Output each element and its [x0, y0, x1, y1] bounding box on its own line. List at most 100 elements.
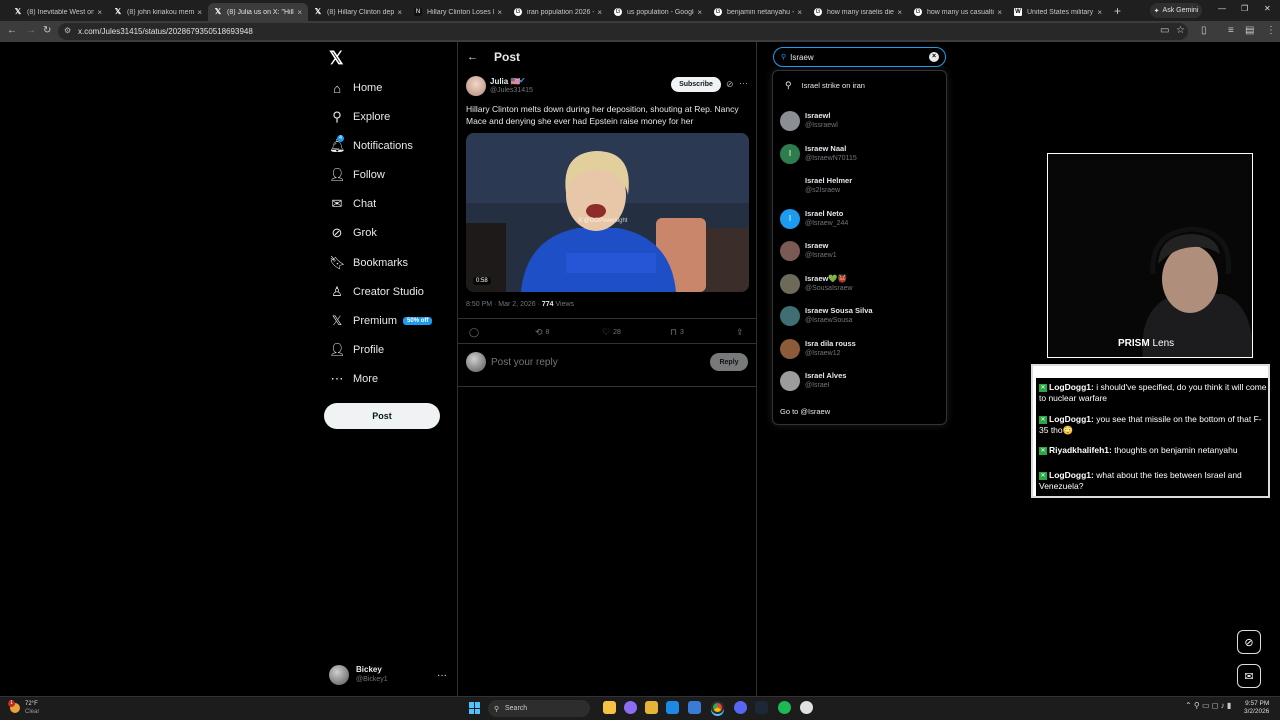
clear-search-icon[interactable]: ×	[929, 52, 939, 62]
browser-tab[interactable]: Gus population - Google ×	[608, 3, 708, 21]
ask-gemini-button[interactable]: ✦ Ask Gemini	[1150, 3, 1202, 18]
browser-tab[interactable]: Ghow many us casualties ×	[908, 3, 1008, 21]
browser-tab[interactable]: W United States military c ×	[1008, 3, 1108, 21]
search-input[interactable]: ⚲ Israew	[773, 47, 946, 67]
reply-input[interactable]: Post your reply	[491, 357, 558, 368]
browser-tab[interactable]: 𝕏 (8) john kiriakou meme ×	[108, 3, 208, 21]
sidebar-item-grok[interactable]: ⊘ Grok	[329, 223, 377, 243]
taskbar-search[interactable]: ⚲ Search	[488, 700, 590, 717]
browser-tab[interactable]: 𝕏 (8) Inevitable West on X:×	[8, 3, 108, 21]
close-tab-icon[interactable]: ×	[797, 8, 802, 17]
close-tab-icon[interactable]: ×	[397, 8, 402, 17]
browser-tab[interactable]: N Hillary Clinton Loses It D×	[408, 3, 508, 21]
store-icon[interactable]	[666, 701, 679, 714]
menu-icon[interactable]: ⋮	[1266, 25, 1276, 36]
obs-icon[interactable]	[800, 701, 813, 714]
browser-tab[interactable]: Ghow many israelis died ×	[808, 3, 908, 21]
url-bar[interactable]: ⚙ x.com/Jules31415/status/20286793505186…	[58, 23, 1188, 40]
user-suggestion[interactable]: Israew Sousa Silva @IsraewSousa	[780, 304, 940, 328]
close-tab-icon[interactable]: ×	[897, 8, 902, 17]
steam-icon[interactable]	[755, 701, 768, 714]
subscribe-button[interactable]: Subscribe	[671, 77, 721, 92]
close-window-icon[interactable]: ✕	[1264, 4, 1271, 13]
site-info-icon[interactable]: ⚙	[64, 26, 71, 35]
reply-button[interactable]: Reply	[710, 353, 748, 371]
close-tab-icon[interactable]: ×	[597, 8, 602, 17]
author-handle[interactable]: @Jules31415	[490, 87, 533, 94]
system-tray[interactable]: ⌃ ⚲ ▭ ◻ ♪ ▮	[1185, 701, 1231, 710]
post-button[interactable]: Post	[324, 403, 440, 429]
user-suggestion[interactable]: I Israel Neto @Israew_244	[780, 207, 940, 231]
user-suggestion[interactable]: Israel Alves @IsraeI	[780, 369, 940, 393]
file-explorer-icon[interactable]	[603, 701, 616, 714]
share-action[interactable]: ⇪	[736, 327, 744, 338]
close-tab-icon[interactable]: ×	[1097, 8, 1102, 17]
sidebar-item-bookmarks[interactable]: 🔖︎ Bookmarks	[329, 253, 408, 273]
windows-start-icon[interactable]	[469, 702, 481, 714]
copilot-icon[interactable]	[624, 701, 637, 714]
user-suggestion[interactable]: I Israew Naal @IsraewN70115	[780, 142, 940, 166]
user-suggestion[interactable]: Israew @Israew1	[780, 239, 940, 263]
user-name: Israel Alves	[805, 371, 847, 380]
grok-icon[interactable]: ⊘	[726, 79, 734, 90]
sidebar-item-notifications[interactable]: 🔔︎ 4 Notifications	[329, 135, 413, 156]
more-options-icon[interactable]: ···	[739, 78, 748, 88]
spotify-icon[interactable]	[778, 701, 791, 714]
user-suggestion[interactable]: Isra dila rouss @Israew12	[780, 337, 940, 361]
edge-icon[interactable]	[688, 701, 701, 714]
close-tab-icon[interactable]: ×	[697, 8, 702, 17]
sidebar-item-premium[interactable]: 𝕏 Premium 50% off	[329, 311, 433, 331]
close-tab-icon[interactable]: ×	[97, 8, 102, 17]
bookmark-action[interactable]: ⊓ 3	[670, 327, 684, 338]
grok-fab-icon[interactable]: ⊘	[1237, 630, 1261, 654]
cast-icon[interactable]: ▭	[1160, 25, 1169, 36]
sidebar-item-more[interactable]: ⋯ More	[329, 369, 379, 389]
user-suggestion[interactable]: Israew💚👹 @SousaIsraew	[780, 272, 940, 296]
account-more-icon[interactable]: ···	[437, 670, 447, 681]
browser-tab[interactable]: Giran population 2026 - G×	[508, 3, 608, 21]
close-tab-icon[interactable]: ×	[297, 8, 302, 17]
close-tab-icon[interactable]: ×	[197, 8, 202, 17]
sidebar-item-explore[interactable]: ⚲ Explore	[329, 107, 390, 127]
account-switcher[interactable]: Bickey @Bickey1 ···	[329, 663, 447, 687]
sidebar-item-profile[interactable]: 👤︎ Profile	[329, 340, 384, 360]
repost-action[interactable]: ⟲ 8	[535, 327, 549, 338]
star-icon[interactable]: ☆	[1176, 25, 1185, 36]
user-suggestion[interactable]: Israel Helmer @s2Israew	[780, 174, 940, 198]
sidepanel-icon[interactable]: ▯	[1201, 25, 1207, 36]
minimize-icon[interactable]: —	[1218, 4, 1226, 13]
discord-icon[interactable]	[734, 701, 747, 714]
sidebar-item-follow[interactable]: 👤︎ Follow	[329, 165, 385, 185]
extensions-icon[interactable]: ≡	[1228, 25, 1234, 36]
close-tab-icon[interactable]: ×	[997, 8, 1002, 17]
reload-icon[interactable]: ↻	[43, 25, 51, 36]
profile-icon[interactable]: ▤	[1245, 25, 1254, 36]
browser-tab[interactable]: 𝕏 (8) Hillary Clinton depo ×	[308, 3, 408, 21]
sidebar-item-creator-studio[interactable]: ♙ Creator Studio	[329, 282, 424, 302]
chrome-icon[interactable]	[711, 701, 724, 714]
sidebar-item-home[interactable]: ⌂ Home	[329, 78, 382, 98]
maximize-icon[interactable]: ❐	[1241, 4, 1248, 13]
forward-icon[interactable]: →	[26, 25, 36, 36]
user-suggestion[interactable]: Israewl @Issraewl	[780, 109, 940, 133]
messages-fab-icon[interactable]: ✉	[1237, 664, 1261, 688]
sidebar-item-chat[interactable]: ✉ Chat	[329, 194, 377, 214]
weather-widget[interactable]: 1 72°F Clear	[8, 700, 39, 716]
clock[interactable]: 9:57 PM 3/2/2026	[1244, 700, 1269, 716]
author-avatar[interactable]	[466, 76, 486, 96]
back-icon[interactable]: ←	[7, 25, 17, 36]
back-arrow-icon[interactable]: ←	[467, 51, 478, 63]
reply-action[interactable]: ◯	[469, 327, 482, 338]
author-name[interactable]: Julia 🇺🇸	[490, 77, 520, 86]
close-tab-icon[interactable]: ×	[497, 8, 502, 17]
folder-icon[interactable]	[645, 701, 658, 714]
avatar	[780, 306, 800, 326]
search-suggestion[interactable]: ⚲ Israel strike on iran	[785, 80, 865, 91]
browser-tab[interactable]: 𝕏 (8) Julia us on X: "Hillary×	[208, 3, 308, 21]
x-logo[interactable]: 𝕏	[329, 48, 344, 69]
goto-profile-link[interactable]: Go to @Israew	[780, 407, 830, 416]
like-action[interactable]: ♡ 28	[602, 327, 621, 338]
post-video[interactable]	[466, 133, 749, 292]
browser-tab[interactable]: Gbenjamin netanyahu - G ×	[708, 3, 808, 21]
new-tab-button[interactable]: +	[1114, 4, 1121, 18]
